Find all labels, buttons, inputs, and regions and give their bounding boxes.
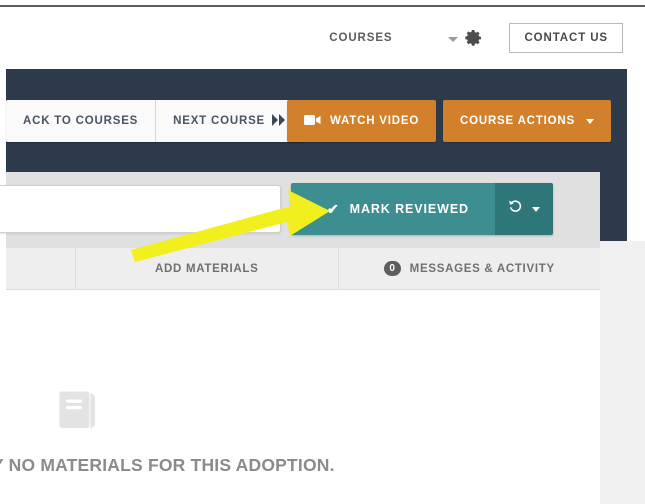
next-course-label: NEXT COURSE (173, 115, 266, 127)
course-nav-button-group: ACK TO COURSES NEXT COURSE (6, 100, 305, 142)
courses-link[interactable]: COURSES (329, 32, 392, 44)
course-actions-button[interactable]: COURSE ACTIONS (443, 100, 611, 142)
tab-messages-activity[interactable]: 0 MESSAGES & ACTIVITY (339, 248, 601, 289)
caret-down-icon (448, 36, 459, 42)
mark-reviewed-split-button[interactable]: ✔ MARK REVIEWED (291, 183, 553, 235)
search-input[interactable] (0, 185, 281, 233)
watch-video-label: WATCH VIDEO (330, 115, 420, 127)
undo-history-icon (508, 199, 523, 219)
watch-video-button[interactable]: WATCH VIDEO (287, 100, 437, 142)
mark-reviewed-label: MARK REVIEWED (349, 202, 469, 216)
tab-leading-spacer (6, 248, 76, 289)
course-actions-label: COURSE ACTIONS (460, 115, 575, 127)
tab-messages-activity-label: MESSAGES & ACTIVITY (409, 262, 555, 275)
mark-reviewed-dropdown-toggle[interactable] (494, 183, 553, 235)
settings-menu-button[interactable] (448, 28, 483, 48)
check-icon: ✔ (327, 201, 340, 217)
messages-count-badge: 0 (383, 261, 401, 276)
back-to-courses-label: ACK TO COURSES (23, 115, 139, 127)
empty-state-message: Y NO MATERIALS FOR THIS ADOPTION. (0, 455, 335, 475)
review-toolbar-strip: ✔ MARK REVIEWED (0, 172, 600, 248)
video-camera-icon (304, 114, 321, 129)
gear-icon (463, 28, 483, 48)
tab-add-materials-label: ADD MATERIALS (155, 262, 259, 275)
caret-down-icon (531, 207, 540, 212)
mark-reviewed-button[interactable]: ✔ MARK REVIEWED (291, 183, 495, 235)
contact-us-button[interactable]: CONTACT US (509, 22, 623, 54)
right-gutter (600, 241, 645, 504)
caret-down-icon (585, 119, 594, 124)
utility-bar: COURSES CONTACT US (0, 7, 645, 69)
utility-bar-items: COURSES CONTACT US (329, 7, 623, 69)
next-course-button[interactable]: NEXT COURSE (156, 100, 305, 142)
content-tab-bar: ADD MATERIALS 0 MESSAGES & ACTIVITY (6, 248, 600, 290)
tab-add-materials[interactable]: ADD MATERIALS (76, 248, 339, 289)
fast-forward-icon (272, 113, 287, 129)
back-to-courses-button[interactable]: ACK TO COURSES (6, 100, 156, 142)
book-icon (52, 387, 102, 438)
